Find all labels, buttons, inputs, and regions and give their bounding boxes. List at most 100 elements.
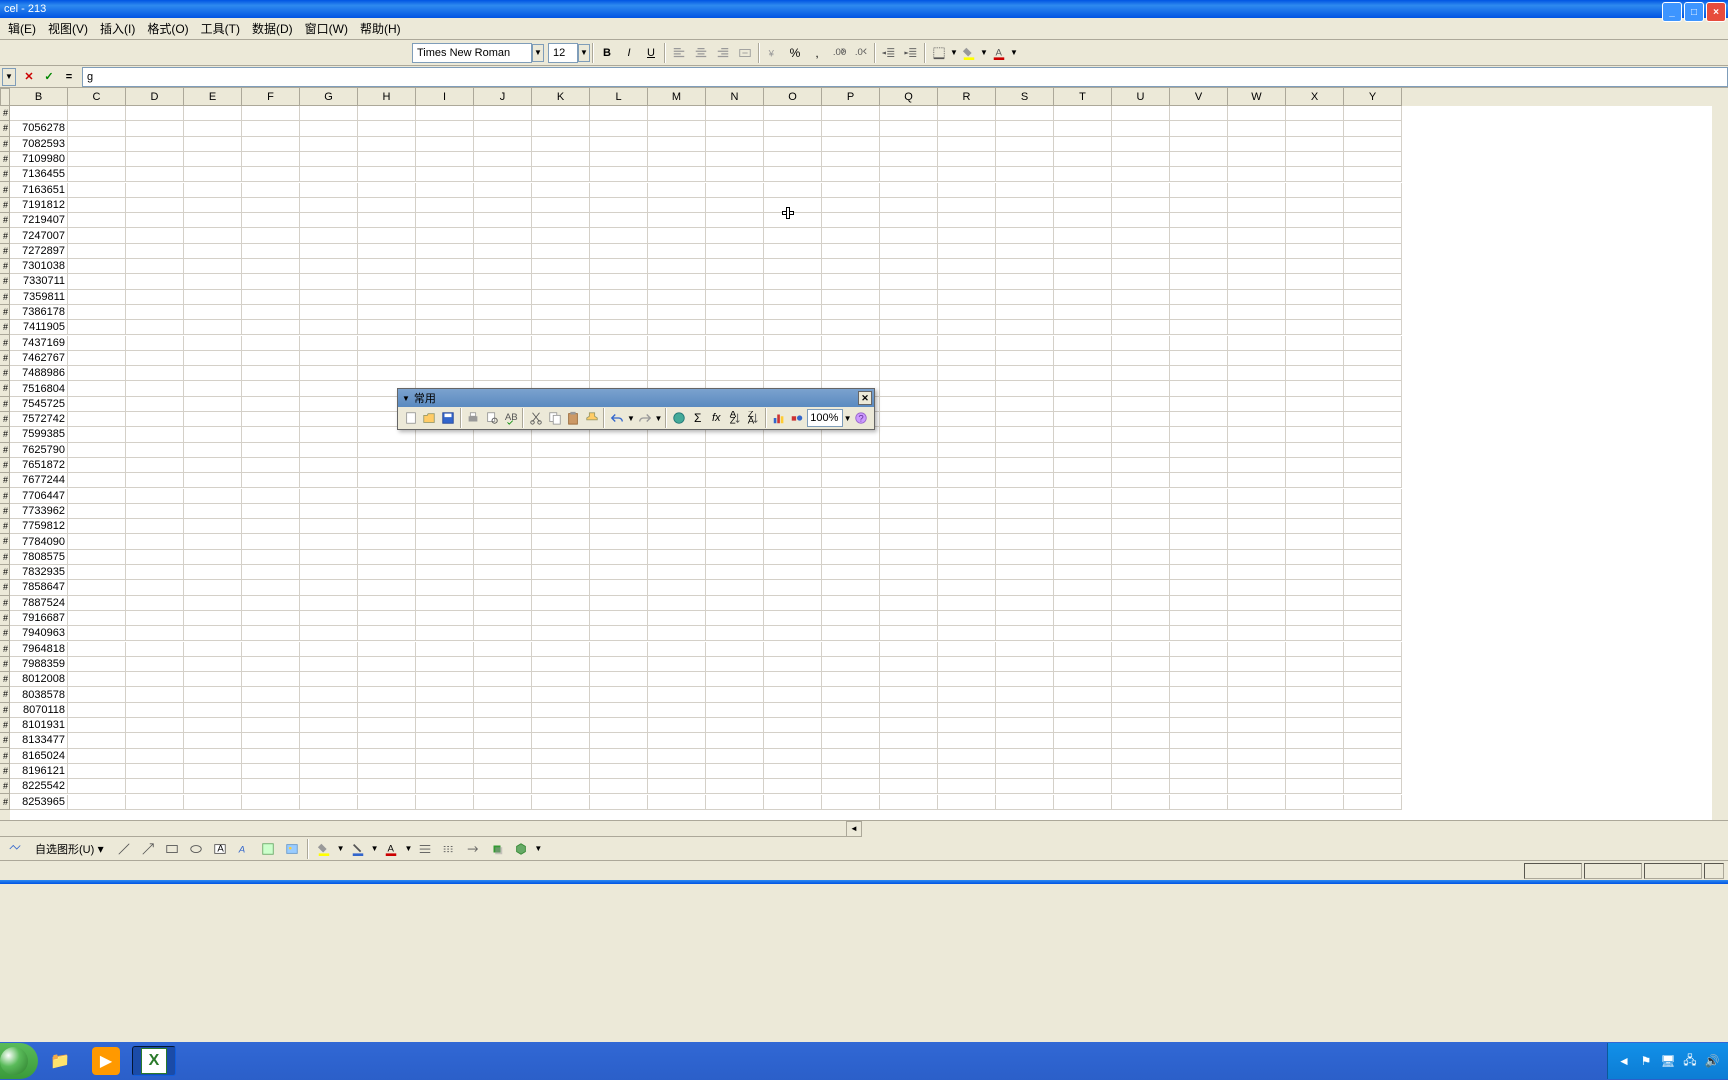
cell[interactable] xyxy=(474,580,532,595)
cell[interactable] xyxy=(474,167,532,182)
cell[interactable] xyxy=(1286,764,1344,779)
cell[interactable] xyxy=(184,458,242,473)
cell[interactable] xyxy=(880,519,938,534)
bold-button[interactable]: B xyxy=(596,42,618,64)
cell[interactable] xyxy=(126,244,184,259)
cell[interactable] xyxy=(300,749,358,764)
cell[interactable] xyxy=(1112,504,1170,519)
cell[interactable] xyxy=(474,642,532,657)
cell[interactable] xyxy=(764,626,822,641)
cell[interactable] xyxy=(358,137,416,152)
cell[interactable] xyxy=(880,626,938,641)
cell[interactable] xyxy=(416,274,474,289)
cell[interactable] xyxy=(880,366,938,381)
cell[interactable] xyxy=(880,489,938,504)
cell[interactable] xyxy=(880,427,938,442)
cell[interactable] xyxy=(1344,397,1402,412)
cell[interactable] xyxy=(242,228,300,243)
cell[interactable]: 7082593 xyxy=(10,137,68,152)
cell[interactable] xyxy=(358,305,416,320)
cell[interactable] xyxy=(474,749,532,764)
cell[interactable] xyxy=(938,290,996,305)
cell[interactable] xyxy=(358,733,416,748)
cell[interactable] xyxy=(822,320,880,335)
cell[interactable] xyxy=(706,534,764,549)
cell[interactable] xyxy=(938,519,996,534)
cell[interactable] xyxy=(1170,473,1228,488)
cell[interactable] xyxy=(648,106,706,121)
cell[interactable] xyxy=(822,519,880,534)
cell[interactable] xyxy=(1286,733,1344,748)
cell[interactable] xyxy=(68,611,126,626)
cell[interactable] xyxy=(532,489,590,504)
cell[interactable] xyxy=(68,274,126,289)
cell[interactable] xyxy=(1228,213,1286,228)
cell[interactable] xyxy=(68,443,126,458)
cell[interactable] xyxy=(184,213,242,228)
draw-menu-button[interactable] xyxy=(4,838,26,860)
cell[interactable] xyxy=(1170,626,1228,641)
cell[interactable] xyxy=(1170,244,1228,259)
new-button[interactable] xyxy=(402,408,420,428)
cell[interactable] xyxy=(68,504,126,519)
cell[interactable] xyxy=(764,519,822,534)
cell[interactable] xyxy=(300,351,358,366)
cell[interactable] xyxy=(300,779,358,794)
cell[interactable] xyxy=(1054,611,1112,626)
row-header[interactable]: # xyxy=(0,596,10,611)
cell[interactable] xyxy=(532,336,590,351)
cell[interactable] xyxy=(880,749,938,764)
cell[interactable] xyxy=(242,397,300,412)
cell[interactable] xyxy=(126,580,184,595)
cell[interactable] xyxy=(996,183,1054,198)
dash-style-button[interactable] xyxy=(438,838,460,860)
cell[interactable] xyxy=(1286,152,1344,167)
cell[interactable] xyxy=(1112,412,1170,427)
cell[interactable] xyxy=(474,550,532,565)
cell[interactable] xyxy=(996,305,1054,320)
cell[interactable] xyxy=(996,703,1054,718)
cell[interactable] xyxy=(358,274,416,289)
cell[interactable] xyxy=(938,550,996,565)
cell[interactable] xyxy=(126,458,184,473)
cell[interactable] xyxy=(416,550,474,565)
cell[interactable] xyxy=(1344,336,1402,351)
cell[interactable] xyxy=(68,489,126,504)
cell[interactable] xyxy=(1054,565,1112,580)
cell[interactable] xyxy=(822,137,880,152)
cell[interactable] xyxy=(706,657,764,672)
cell[interactable] xyxy=(474,336,532,351)
cell[interactable] xyxy=(996,351,1054,366)
cell[interactable] xyxy=(880,290,938,305)
cell[interactable] xyxy=(184,167,242,182)
cell[interactable] xyxy=(822,687,880,702)
cell[interactable] xyxy=(880,351,938,366)
cell[interactable] xyxy=(590,305,648,320)
start-button[interactable] xyxy=(0,1043,38,1079)
cell[interactable] xyxy=(764,244,822,259)
cell[interactable] xyxy=(474,779,532,794)
cell[interactable] xyxy=(1170,427,1228,442)
cell[interactable] xyxy=(996,764,1054,779)
row-header[interactable]: # xyxy=(0,779,10,794)
cell[interactable] xyxy=(68,779,126,794)
cell[interactable] xyxy=(648,779,706,794)
cell[interactable] xyxy=(1170,504,1228,519)
cell[interactable] xyxy=(648,198,706,213)
cell[interactable] xyxy=(300,259,358,274)
cell[interactable] xyxy=(300,657,358,672)
cell[interactable] xyxy=(1054,779,1112,794)
cell[interactable] xyxy=(474,121,532,136)
cell[interactable] xyxy=(1170,167,1228,182)
cell[interactable] xyxy=(1112,550,1170,565)
cell[interactable] xyxy=(764,550,822,565)
cell[interactable] xyxy=(1286,121,1344,136)
cell[interactable] xyxy=(1054,443,1112,458)
cell[interactable] xyxy=(706,244,764,259)
cell[interactable] xyxy=(68,106,126,121)
oval-button[interactable] xyxy=(185,838,207,860)
cell[interactable] xyxy=(706,779,764,794)
cell[interactable] xyxy=(1344,519,1402,534)
zoom-input[interactable]: 100% xyxy=(807,409,842,427)
cell[interactable] xyxy=(416,320,474,335)
